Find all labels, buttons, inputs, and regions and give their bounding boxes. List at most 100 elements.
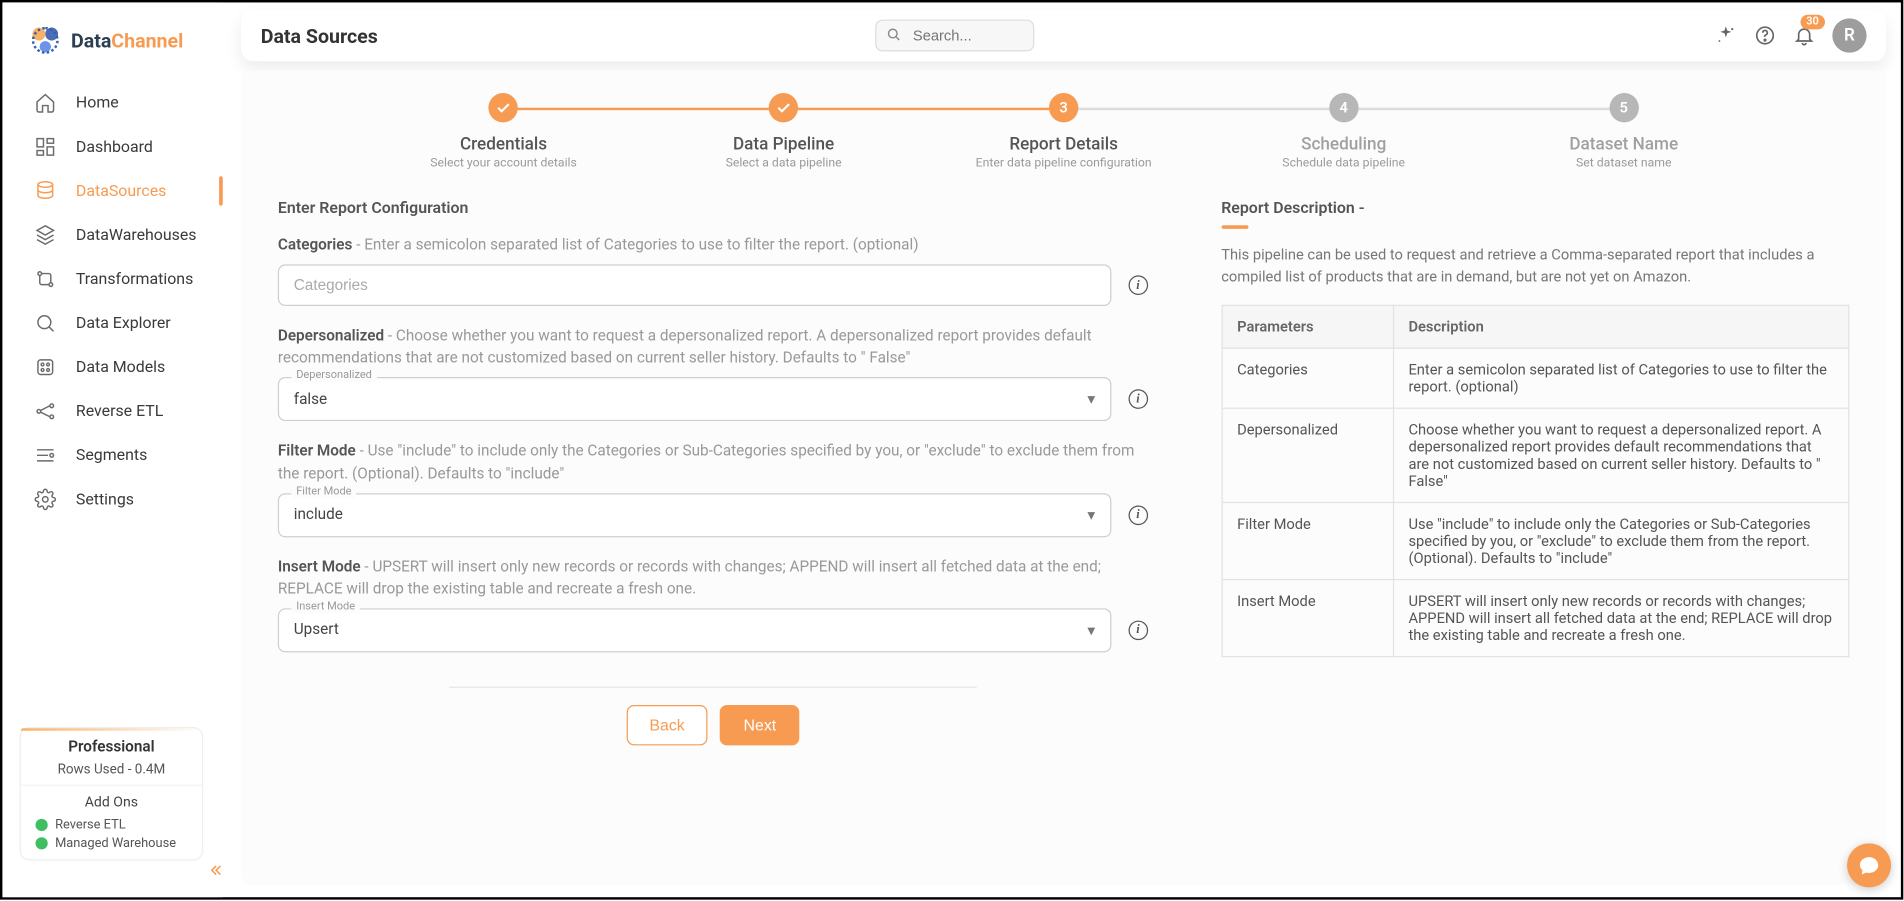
chevron-down-icon: ▾	[1087, 620, 1095, 640]
table-row: Insert Mode UPSERT will insert only new …	[1222, 580, 1849, 657]
divider	[449, 687, 976, 688]
parameters-table: Parameters Description Categories Enter …	[1221, 305, 1849, 658]
main-content: Credentials Select your account details …	[241, 71, 1886, 885]
sidebar-item-dashboard[interactable]: Dashboard	[2, 125, 222, 169]
home-icon	[34, 92, 56, 114]
info-icon[interactable]: i	[1128, 620, 1148, 640]
transform-icon	[34, 268, 56, 290]
check-icon	[769, 93, 798, 122]
sidebar-item-label: Settings	[76, 490, 134, 508]
sidebar-item-reverseetl[interactable]: Reverse ETL	[2, 389, 222, 433]
step-number: 4	[1329, 93, 1358, 122]
sidebar-item-datawarehouses[interactable]: DataWarehouses	[2, 213, 222, 257]
select-value: include	[294, 506, 343, 524]
table-row: Filter Mode Use "include" to include onl…	[1222, 502, 1849, 579]
plan-title: Professional	[21, 731, 202, 762]
field-filter-mode: Filter Mode - Use "include" to include o…	[278, 441, 1148, 537]
field-label: Categories - Enter a semicolon separated…	[278, 235, 1148, 257]
accent-line	[1221, 225, 1248, 229]
form-actions: Back Next	[278, 705, 1148, 745]
sidebar-item-transformations[interactable]: Transformations	[2, 257, 222, 301]
sidebar-item-dataexplorer[interactable]: Data Explorer	[2, 301, 222, 345]
step-number: 3	[1049, 93, 1078, 122]
datasources-icon	[34, 180, 56, 202]
plan-card: Professional Rows Used - 0.4M Add Ons Re…	[20, 727, 204, 860]
models-icon	[34, 356, 56, 378]
sidebar: DataChannel Home Dashboard DataSources	[2, 2, 222, 897]
sidebar-item-label: Home	[76, 94, 119, 112]
sidebar-item-label: Data Models	[76, 358, 165, 376]
info-icon[interactable]: i	[1128, 505, 1148, 525]
table-row: Depersonalized Choose whether you want t…	[1222, 408, 1849, 502]
next-button[interactable]: Next	[720, 705, 799, 745]
header-bar: Data Sources 30 R	[241, 10, 1886, 61]
info-icon[interactable]: i	[1128, 276, 1148, 296]
stepper: Credentials Select your account details …	[266, 86, 1862, 178]
step-report-details[interactable]: 3 Report Details Enter data pipeline con…	[924, 93, 1204, 170]
sidebar-item-datasources[interactable]: DataSources	[2, 169, 222, 213]
insert-mode-select[interactable]: Insert Mode Upsert ▾	[278, 608, 1111, 652]
field-label: Filter Mode - Use "include" to include o…	[278, 441, 1148, 485]
depersonalized-select[interactable]: Depersonalized false ▾	[278, 377, 1111, 421]
plan-rows-used: Rows Used - 0.4M	[21, 761, 202, 784]
back-button[interactable]: Back	[626, 705, 708, 745]
reverseetl-icon	[34, 400, 56, 422]
step-dataset-name[interactable]: 5 Dataset Name Set dataset name	[1484, 93, 1764, 170]
search-wrap	[875, 20, 1291, 52]
field-label: Depersonalized - Choose whether you want…	[278, 326, 1148, 370]
plan-addons-label: Add Ons	[21, 785, 202, 816]
sidebar-item-datamodels[interactable]: Data Models	[2, 345, 222, 389]
bell-icon[interactable]: 30	[1793, 24, 1815, 46]
field-depersonalized: Depersonalized - Choose whether you want…	[278, 326, 1148, 422]
form-heading: Enter Report Configuration	[278, 200, 1148, 218]
explorer-icon	[34, 312, 56, 334]
desc-title: Report Description -	[1221, 200, 1849, 218]
select-value: false	[294, 390, 327, 408]
plan-addon-reverseetl: Reverse ETL	[21, 815, 202, 833]
sidebar-collapse-button[interactable]	[203, 858, 227, 882]
brand-text: DataChannel	[71, 29, 183, 52]
sidebar-item-label: Data Explorer	[76, 314, 171, 332]
sidebar-item-label: Reverse ETL	[76, 402, 163, 420]
layers-icon	[34, 224, 56, 246]
field-categories: Categories - Enter a semicolon separated…	[278, 235, 1148, 306]
sidebar-item-segments[interactable]: Segments	[2, 433, 222, 477]
dashboard-icon	[34, 136, 56, 158]
categories-input[interactable]	[278, 265, 1111, 307]
sidebar-item-label: DataWarehouses	[76, 226, 197, 244]
check-icon	[489, 93, 518, 122]
table-header-parameters: Parameters	[1222, 305, 1393, 348]
notification-badge: 30	[1800, 15, 1825, 30]
sidebar-item-label: DataSources	[76, 182, 166, 200]
info-icon[interactable]: i	[1128, 390, 1148, 410]
step-scheduling[interactable]: 4 Scheduling Schedule data pipeline	[1204, 93, 1484, 170]
sidebar-item-settings[interactable]: Settings	[2, 477, 222, 521]
chevron-down-icon: ▾	[1087, 505, 1095, 525]
desc-text: This pipeline can be used to request and…	[1221, 244, 1849, 288]
plan-addon-managedwarehouse: Managed Warehouse	[21, 834, 202, 852]
help-icon[interactable]	[1754, 24, 1776, 46]
field-insert-mode: Insert Mode - UPSERT will insert only ne…	[278, 556, 1148, 652]
sidebar-item-label: Transformations	[76, 270, 193, 288]
field-label: Insert Mode - UPSERT will insert only ne…	[278, 556, 1148, 600]
sidebar-nav: Home Dashboard DataSources DataWarehouse…	[2, 81, 222, 522]
brand-icon	[29, 24, 61, 56]
report-config-form: Enter Report Configuration Categories - …	[278, 200, 1148, 816]
chat-fab-button[interactable]	[1847, 843, 1891, 887]
brand-logo[interactable]: DataChannel	[2, 15, 222, 79]
page-title: Data Sources	[261, 24, 378, 47]
step-credentials[interactable]: Credentials Select your account details	[364, 93, 644, 170]
table-row: Categories Enter a semicolon separated l…	[1222, 348, 1849, 408]
search-icon	[885, 26, 902, 43]
avatar[interactable]: R	[1832, 18, 1866, 52]
table-header-description: Description	[1393, 305, 1849, 348]
sparkle-icon[interactable]	[1715, 24, 1737, 46]
report-description-panel: Report Description - This pipeline can b…	[1221, 200, 1849, 816]
sidebar-item-label: Segments	[76, 446, 147, 464]
step-data-pipeline[interactable]: Data Pipeline Select a data pipeline	[644, 93, 924, 170]
chevron-down-icon: ▾	[1087, 390, 1095, 410]
segments-icon	[34, 444, 56, 466]
filter-mode-select[interactable]: Filter Mode include ▾	[278, 493, 1111, 537]
select-value: Upsert	[294, 621, 339, 639]
sidebar-item-home[interactable]: Home	[2, 81, 222, 125]
